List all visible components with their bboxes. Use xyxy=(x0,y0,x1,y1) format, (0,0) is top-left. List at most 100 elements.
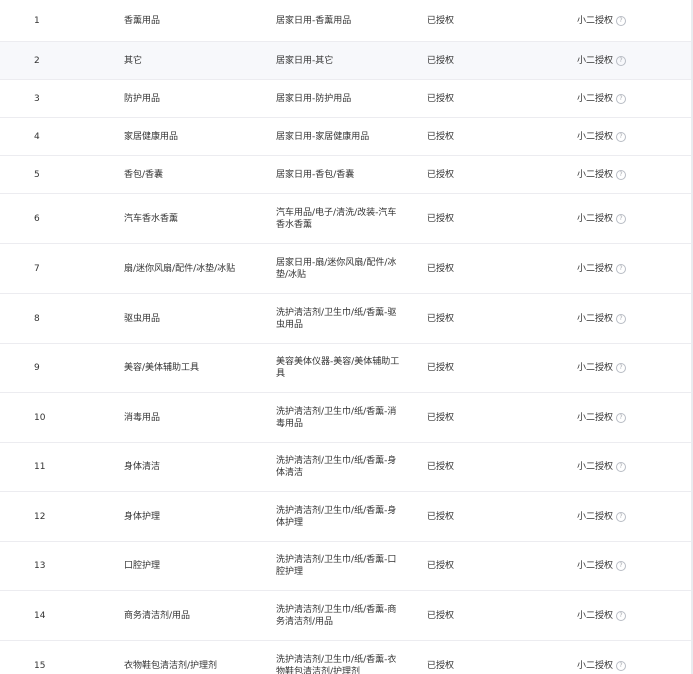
auth-status: 已授权 xyxy=(427,55,455,66)
auth-type: 小二授权? xyxy=(577,263,627,275)
row-index: 5 xyxy=(34,169,40,180)
auth-status: 已授权 xyxy=(427,610,455,621)
category-path: 居家日用-扇/迷你风扇/配件/冰垫/冰贴 xyxy=(276,257,397,280)
auth-type-label: 小二授权 xyxy=(577,213,614,224)
auth-status: 已授权 xyxy=(427,93,455,104)
auth-type-label: 小二授权 xyxy=(577,169,614,180)
table-row: 15 衣物鞋包清洁剂/护理剂 洗护清洁剂/卫生巾/纸/香薰-衣物鞋包清洁剂/护理… xyxy=(0,641,693,674)
row-index: 14 xyxy=(34,610,46,621)
row-index: 6 xyxy=(34,213,40,224)
question-circle-icon[interactable]: ? xyxy=(616,462,627,472)
question-circle-icon[interactable]: ? xyxy=(616,561,627,571)
table-row: 9 美容/美体辅助工具 美容美体仪器-美容/美体辅助工具 已授权 小二授权? xyxy=(0,344,693,393)
category-name: 其它 xyxy=(124,55,143,66)
category-path: 居家日用-香薰用品 xyxy=(276,15,352,26)
category-path: 洗护清洁剂/卫生巾/纸/香薰-衣物鞋包清洁剂/护理剂 xyxy=(276,655,397,674)
row-index: 15 xyxy=(34,661,46,671)
auth-status: 已授权 xyxy=(427,661,455,671)
auth-type-label: 小二授权 xyxy=(577,55,614,66)
auth-type: 小二授权? xyxy=(577,55,627,67)
table-row: 6 汽车香水香薰 汽车用品/电子/清洗/改装-汽车香水香薰 已授权 小二授权? xyxy=(0,194,693,244)
question-circle-icon[interactable]: ? xyxy=(616,263,627,274)
auth-type: 小二授权? xyxy=(577,15,627,27)
table-row: 4 家居健康用品 居家日用-家居健康用品 已授权 小二授权? xyxy=(0,118,693,156)
category-path: 洗护清洁剂/卫生巾/纸/香薰-驱虫用品 xyxy=(276,307,397,330)
auth-status: 已授权 xyxy=(427,363,455,373)
auth-type: 小二授权? xyxy=(577,511,627,523)
question-circle-icon[interactable]: ? xyxy=(616,511,627,522)
row-index: 4 xyxy=(34,131,40,142)
category-name: 商务清洁剂/用品 xyxy=(124,610,191,621)
authorization-table: 1 香薰用品 居家日用-香薰用品 已授权 小二授权? 2 其它 居家日用-其它 … xyxy=(0,0,693,674)
table-row: 14 商务清洁剂/用品 洗护清洁剂/卫生巾/纸/香薰-商务清洁剂/用品 已授权 … xyxy=(0,591,693,641)
auth-type: 小二授权? xyxy=(577,213,627,225)
question-circle-icon[interactable]: ? xyxy=(616,610,627,621)
question-circle-icon[interactable]: ? xyxy=(616,412,627,423)
question-circle-icon[interactable]: ? xyxy=(616,363,627,373)
category-path: 居家日用-其它 xyxy=(276,55,334,66)
auth-status: 已授权 xyxy=(427,131,455,142)
auth-type: 小二授权? xyxy=(577,93,627,105)
question-circle-icon[interactable]: ? xyxy=(616,661,627,671)
table-row: 2 其它 居家日用-其它 已授权 小二授权? xyxy=(0,42,693,80)
row-index: 3 xyxy=(34,93,40,104)
row-index: 11 xyxy=(34,462,46,472)
row-index: 9 xyxy=(34,363,40,373)
category-name: 香薰用品 xyxy=(124,15,161,26)
category-name: 家居健康用品 xyxy=(124,131,179,142)
auth-type: 小二授权? xyxy=(577,313,627,325)
auth-type-label: 小二授权 xyxy=(577,131,614,142)
table-row: 3 防护用品 居家日用-防护用品 已授权 小二授权? xyxy=(0,80,693,118)
question-circle-icon[interactable]: ? xyxy=(616,169,627,180)
auth-type: 小二授权? xyxy=(577,560,627,572)
category-path: 美容美体仪器-美容/美体辅助工具 xyxy=(276,357,400,379)
auth-status: 已授权 xyxy=(427,412,455,423)
table-row: 8 驱虫用品 洗护清洁剂/卫生巾/纸/香薰-驱虫用品 已授权 小二授权? xyxy=(0,294,693,344)
auth-status: 已授权 xyxy=(427,462,455,472)
row-index: 7 xyxy=(34,263,40,274)
category-path: 洗护清洁剂/卫生巾/纸/香薰-商务清洁剂/用品 xyxy=(276,604,397,627)
auth-status: 已授权 xyxy=(427,263,455,274)
auth-status: 已授权 xyxy=(427,511,455,522)
row-index: 1 xyxy=(34,15,40,26)
auth-type-label: 小二授权 xyxy=(577,263,614,274)
category-name: 防护用品 xyxy=(124,93,161,104)
auth-type: 小二授权? xyxy=(577,131,627,143)
category-path: 居家日用-防护用品 xyxy=(276,93,352,104)
row-index: 12 xyxy=(34,511,46,522)
auth-status: 已授权 xyxy=(427,213,455,224)
category-path: 洗护清洁剂/卫生巾/纸/香薰-身体护理 xyxy=(276,505,397,528)
question-circle-icon[interactable]: ? xyxy=(616,55,627,66)
row-index: 13 xyxy=(34,561,46,571)
row-index: 2 xyxy=(34,55,40,66)
table-row: 5 香包/香囊 居家日用-香包/香囊 已授权 小二授权? xyxy=(0,156,693,194)
auth-type: 小二授权? xyxy=(577,412,627,424)
table-row: 11 身体清洁 洗护清洁剂/卫生巾/纸/香薰-身体清洁 已授权 小二授权? xyxy=(0,443,693,492)
question-circle-icon[interactable]: ? xyxy=(616,213,627,224)
category-name: 消毒用品 xyxy=(124,412,161,423)
auth-type-label: 小二授权 xyxy=(577,93,614,104)
auth-type-label: 小二授权 xyxy=(577,15,614,26)
question-circle-icon[interactable]: ? xyxy=(616,313,627,324)
auth-type: 小二授权? xyxy=(577,169,627,181)
table-row: 12 身体护理 洗护清洁剂/卫生巾/纸/香薰-身体护理 已授权 小二授权? xyxy=(0,492,693,542)
category-name: 衣物鞋包清洁剂/护理剂 xyxy=(124,661,218,671)
auth-type-label: 小二授权 xyxy=(577,313,614,324)
auth-status: 已授权 xyxy=(427,313,455,324)
category-name: 口腔护理 xyxy=(124,561,161,571)
category-path: 居家日用-家居健康用品 xyxy=(276,131,370,142)
auth-status: 已授权 xyxy=(427,561,455,571)
question-circle-icon[interactable]: ? xyxy=(616,131,627,142)
category-path: 居家日用-香包/香囊 xyxy=(276,169,355,180)
question-circle-icon[interactable]: ? xyxy=(616,93,627,104)
table-row: 10 消毒用品 洗护清洁剂/卫生巾/纸/香薰-消毒用品 已授权 小二授权? xyxy=(0,393,693,443)
table-row: 1 香薰用品 居家日用-香薰用品 已授权 小二授权? xyxy=(0,0,693,42)
row-index: 8 xyxy=(34,313,40,324)
category-name: 汽车香水香薰 xyxy=(124,213,179,224)
table-row: 13 口腔护理 洗护清洁剂/卫生巾/纸/香薰-口腔护理 已授权 小二授权? xyxy=(0,542,693,591)
category-path: 洗护清洁剂/卫生巾/纸/香薰-消毒用品 xyxy=(276,406,397,429)
question-circle-icon[interactable]: ? xyxy=(616,15,627,26)
category-name: 香包/香囊 xyxy=(124,169,164,180)
auth-type-label: 小二授权 xyxy=(577,610,614,621)
auth-status: 已授权 xyxy=(427,15,455,26)
